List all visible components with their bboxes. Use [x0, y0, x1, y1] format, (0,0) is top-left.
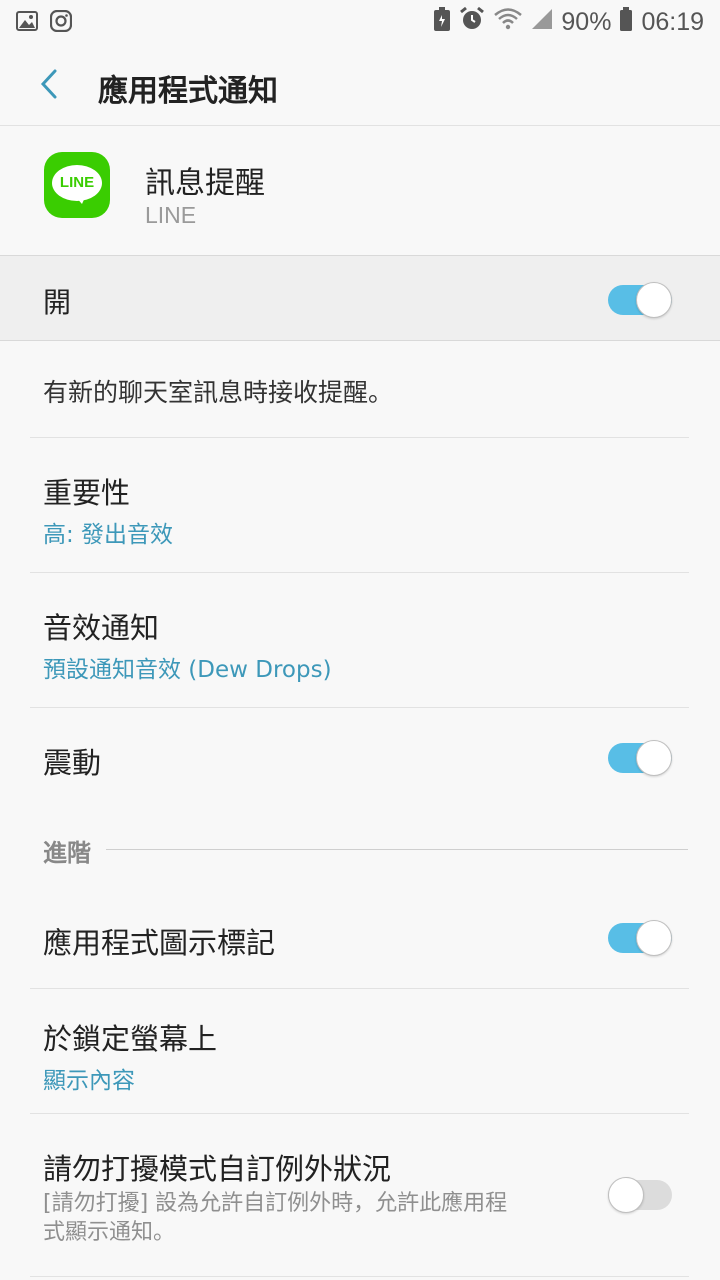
app-header: LINE 訊息提醒 LINE — [0, 126, 720, 254]
channel-name: 訊息提醒 — [145, 166, 265, 201]
sound-title: 音效通知 — [43, 611, 160, 645]
divider — [30, 437, 689, 438]
master-toggle-row[interactable]: 開 — [0, 255, 720, 341]
back-button[interactable] — [30, 64, 70, 104]
importance-title: 重要性 — [43, 476, 131, 510]
alarm-icon — [459, 6, 485, 38]
battery-icon — [619, 6, 633, 38]
divider — [30, 572, 689, 573]
line-app-icon: LINE — [44, 152, 110, 218]
lock-screen-value: 顯示內容 — [43, 1068, 135, 1094]
divider — [30, 988, 689, 989]
master-toggle-switch[interactable] — [608, 282, 672, 318]
battery-saver-icon — [433, 6, 451, 38]
battery-percent: 90% — [561, 7, 612, 36]
divider — [30, 707, 689, 708]
page-title: 應用程式通知 — [98, 74, 278, 109]
instagram-icon — [49, 9, 73, 36]
section-header-advanced: 進階 — [43, 839, 91, 867]
status-bar: 90% 06:19 — [0, 0, 720, 42]
dnd-exception-toggle-switch[interactable] — [608, 1177, 672, 1213]
vibration-title: 震動 — [43, 746, 102, 780]
gallery-icon — [16, 11, 38, 35]
divider — [30, 1113, 689, 1114]
app-name: LINE — [145, 202, 197, 228]
badge-title: 應用程式圖示標記 — [43, 926, 276, 960]
clock: 06:19 — [641, 7, 704, 36]
sound-value: 預設通知音效 (Dew Drops) — [43, 657, 332, 683]
importance-value: 高: 發出音效 — [43, 522, 174, 548]
dnd-exception-description: [請勿打擾] 設為允許自訂例外時，允許此應用程式顯示通知。 — [43, 1191, 508, 1245]
vibration-toggle-switch[interactable] — [608, 740, 672, 776]
divider — [30, 1276, 689, 1277]
channel-description: 有新的聊天室訊息時接收提醒。 — [43, 378, 394, 407]
wifi-icon — [493, 7, 523, 37]
signal-icon — [531, 8, 553, 36]
dnd-exception-title: 請勿打擾模式自訂例外狀況 — [43, 1152, 392, 1186]
master-toggle-label: 開 — [43, 286, 72, 319]
section-divider — [106, 849, 688, 850]
app-bar: 應用程式通知 — [0, 42, 720, 126]
lock-screen-title: 於鎖定螢幕上 — [43, 1022, 218, 1056]
chevron-left-icon — [40, 69, 57, 99]
badge-toggle-switch[interactable] — [608, 920, 672, 956]
line-icon-text: LINE — [59, 174, 95, 191]
